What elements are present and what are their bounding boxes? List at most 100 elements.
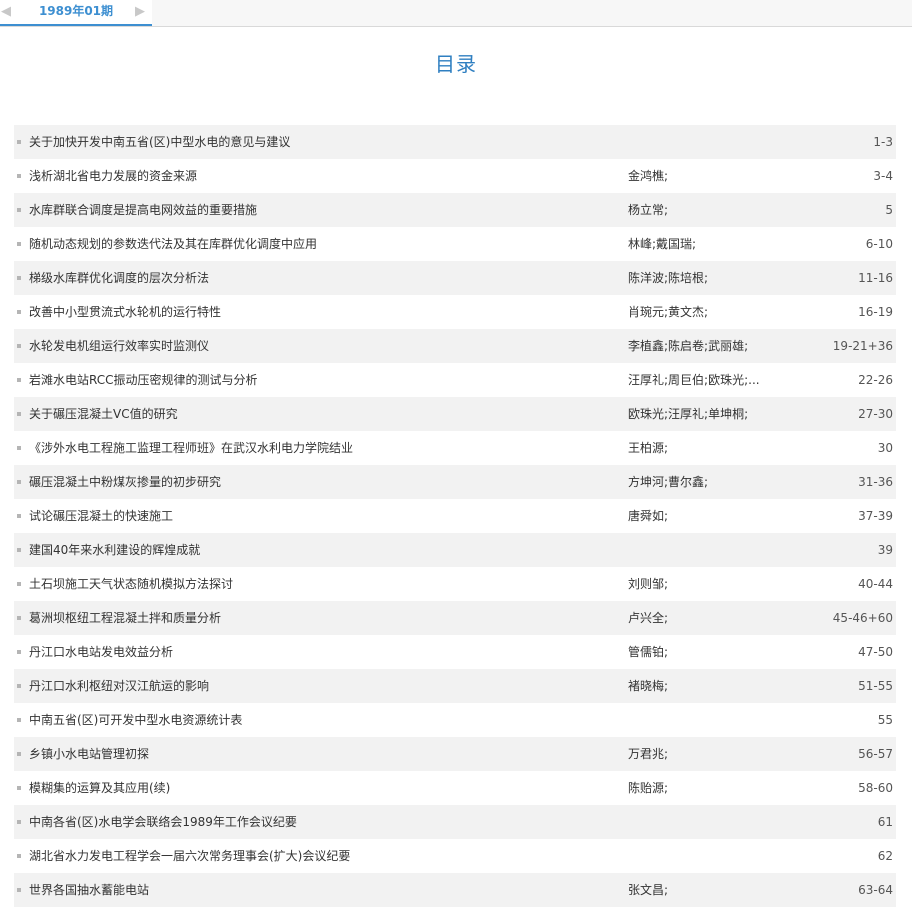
toc-row: 碾压混凝土中粉煤灰掺量的初步研究 方坤河;曹尔鑫; 31-36 [14, 465, 896, 499]
article-title-link[interactable]: 乡镇小水电站管理初探 [29, 737, 149, 771]
article-pages: 56-57 [858, 747, 893, 761]
article-authors[interactable]: 万君兆; [628, 737, 788, 771]
article-authors[interactable]: 唐舜如; [628, 499, 788, 533]
toc-row: 土石坝施工天气状态随机模拟方法探讨 刘则邹; 40-44 [14, 567, 896, 601]
article-title-link[interactable]: 中南各省(区)水电学会联络会1989年工作会议纪要 [29, 805, 297, 839]
article-authors[interactable]: 褚晓梅; [628, 669, 788, 703]
toc-row: 乡镇小水电站管理初探 万君兆; 56-57 [14, 737, 896, 771]
article-title-link[interactable]: 《涉外水电工程施工监理工程师班》在武汉水利电力学院结业 [29, 431, 353, 465]
article-pages: 47-50 [858, 645, 893, 659]
bullet-icon [17, 718, 21, 722]
page-title: 目录 [435, 52, 477, 76]
article-pages: 40-44 [858, 577, 893, 591]
chevron-right-icon[interactable]: ▶ [135, 5, 145, 19]
toc-row: 丹江口水电站发电效益分析 管儒铂; 47-50 [14, 635, 896, 669]
article-authors[interactable]: 刘则邹; [628, 567, 788, 601]
article-title-link[interactable]: 水轮发电机组运行效率实时监测仪 [29, 329, 209, 363]
article-title-link[interactable]: 中南五省(区)可开发中型水电资源统计表 [29, 703, 242, 737]
toc-row: 试论碾压混凝土的快速施工 唐舜如; 37-39 [14, 499, 896, 533]
article-pages: 55 [877, 713, 893, 727]
article-authors[interactable]: 肖琬元;黄文杰; [628, 295, 788, 329]
article-pages: 11-16 [858, 271, 893, 285]
bullet-icon [17, 208, 21, 212]
bullet-icon [17, 310, 21, 314]
article-title-link[interactable]: 丹江口水利枢纽对汉江航运的影响 [29, 669, 209, 703]
article-pages: 63-64 [858, 883, 893, 897]
article-pages: 6-10 [865, 237, 893, 251]
article-authors[interactable]: 陈洋波;陈培根; [628, 261, 788, 295]
bullet-icon [17, 616, 21, 620]
article-authors[interactable]: 王柏源; [628, 431, 788, 465]
toc-row: 丹江口水利枢纽对汉江航运的影响 褚晓梅; 51-55 [14, 669, 896, 703]
bullet-icon [17, 786, 21, 790]
article-title-link[interactable]: 改善中小型贯流式水轮机的运行特性 [29, 295, 221, 329]
toc-row: 岩滩水电站RCC振动压密规律的测试与分析 汪厚礼;周巨伯;欧珠光;... 22-26 [14, 363, 896, 397]
toc-row: 浅析湖北省电力发展的资金来源 金鸿樵; 3-4 [14, 159, 896, 193]
bullet-icon [17, 378, 21, 382]
article-authors[interactable]: 陈贻源; [628, 771, 788, 805]
article-title-link[interactable]: 模糊集的运算及其应用(续) [29, 771, 170, 805]
article-pages: 31-36 [858, 475, 893, 489]
article-title-link[interactable]: 土石坝施工天气状态随机模拟方法探讨 [29, 567, 233, 601]
article-authors[interactable]: 管儒铂; [628, 635, 788, 669]
article-title-link[interactable]: 湖北省水力发电工程学会一届六次常务理事会(扩大)会议纪要 [29, 839, 350, 873]
article-pages: 45-46+60 [832, 611, 893, 625]
bullet-icon [17, 548, 21, 552]
article-authors[interactable]: 张文昌; [628, 873, 788, 907]
article-pages: 51-55 [858, 679, 893, 693]
article-title-link[interactable]: 建国40年来水利建设的辉煌成就 [29, 533, 200, 567]
chevron-left-icon[interactable]: ◀ [1, 5, 11, 19]
article-authors[interactable]: 李植鑫;陈启卷;武丽雄; [628, 329, 788, 363]
bullet-icon [17, 752, 21, 756]
bullet-icon [17, 854, 21, 858]
article-title-link[interactable]: 葛洲坝枢纽工程混凝土拌和质量分析 [29, 601, 221, 635]
article-pages: 16-19 [858, 305, 893, 319]
toc-row: 《涉外水电工程施工监理工程师班》在武汉水利电力学院结业 王柏源; 30 [14, 431, 896, 465]
bullet-icon [17, 480, 21, 484]
bullet-icon [17, 344, 21, 348]
article-title-link[interactable]: 关于碾压混凝土VC值的研究 [29, 397, 178, 431]
article-authors[interactable]: 方坤河;曹尔鑫; [628, 465, 788, 499]
bullet-icon [17, 888, 21, 892]
article-pages: 62 [877, 849, 893, 863]
article-title-link[interactable]: 水库群联合调度是提高电网效益的重要措施 [29, 193, 257, 227]
toc-row: 随机动态规划的参数迭代法及其在库群优化调度中应用 林峰;戴国瑞; 6-10 [14, 227, 896, 261]
article-title-link[interactable]: 世界各国抽水蓄能电站 [29, 873, 149, 907]
article-authors[interactable]: 金鸿樵; [628, 159, 788, 193]
toc-row: 葛洲坝枢纽工程混凝土拌和质量分析 卢兴全; 45-46+60 [14, 601, 896, 635]
bullet-icon [17, 140, 21, 144]
article-title-link[interactable]: 浅析湖北省电力发展的资金来源 [29, 159, 197, 193]
article-title-link[interactable]: 随机动态规划的参数迭代法及其在库群优化调度中应用 [29, 227, 317, 261]
toc-row: 梯级水库群优化调度的层次分析法 陈洋波;陈培根; 11-16 [14, 261, 896, 295]
bullet-icon [17, 242, 21, 246]
article-authors[interactable]: 欧珠光;汪厚礼;单坤桐; [628, 397, 788, 431]
bullet-icon [17, 446, 21, 450]
bullet-icon [17, 514, 21, 518]
toc-row: 建国40年来水利建设的辉煌成就 39 [14, 533, 896, 567]
bullet-icon [17, 174, 21, 178]
table-of-contents: 关于加快开发中南五省(区)中型水电的意见与建议 1-3 浅析湖北省电力发展的资金来源… [14, 125, 896, 907]
article-authors[interactable]: 林峰;戴国瑞; [628, 227, 788, 261]
article-pages: 27-30 [858, 407, 893, 421]
article-pages: 3-4 [873, 169, 893, 183]
article-title-link[interactable]: 关于加快开发中南五省(区)中型水电的意见与建议 [29, 125, 290, 159]
toc-row: 中南各省(区)水电学会联络会1989年工作会议纪要 61 [14, 805, 896, 839]
article-pages: 30 [877, 441, 893, 455]
bullet-icon [17, 650, 21, 654]
article-pages: 1-3 [873, 135, 893, 149]
article-authors[interactable]: 卢兴全; [628, 601, 788, 635]
article-authors[interactable]: 杨立常; [628, 193, 788, 227]
article-pages: 5 [885, 203, 893, 217]
article-title-link[interactable]: 梯级水库群优化调度的层次分析法 [29, 261, 209, 295]
bullet-icon [17, 684, 21, 688]
article-title-link[interactable]: 丹江口水电站发电效益分析 [29, 635, 173, 669]
tab-issue[interactable]: 1989年01期 [0, 0, 152, 26]
article-pages: 22-26 [858, 373, 893, 387]
article-title-link[interactable]: 碾压混凝土中粉煤灰掺量的初步研究 [29, 465, 221, 499]
toc-row: 关于碾压混凝土VC值的研究 欧珠光;汪厚礼;单坤桐; 27-30 [14, 397, 896, 431]
article-authors[interactable]: 汪厚礼;周巨伯;欧珠光;... [628, 363, 788, 397]
article-pages: 39 [877, 543, 893, 557]
article-title-link[interactable]: 岩滩水电站RCC振动压密规律的测试与分析 [29, 363, 258, 397]
article-pages: 61 [877, 815, 893, 829]
article-title-link[interactable]: 试论碾压混凝土的快速施工 [29, 499, 173, 533]
